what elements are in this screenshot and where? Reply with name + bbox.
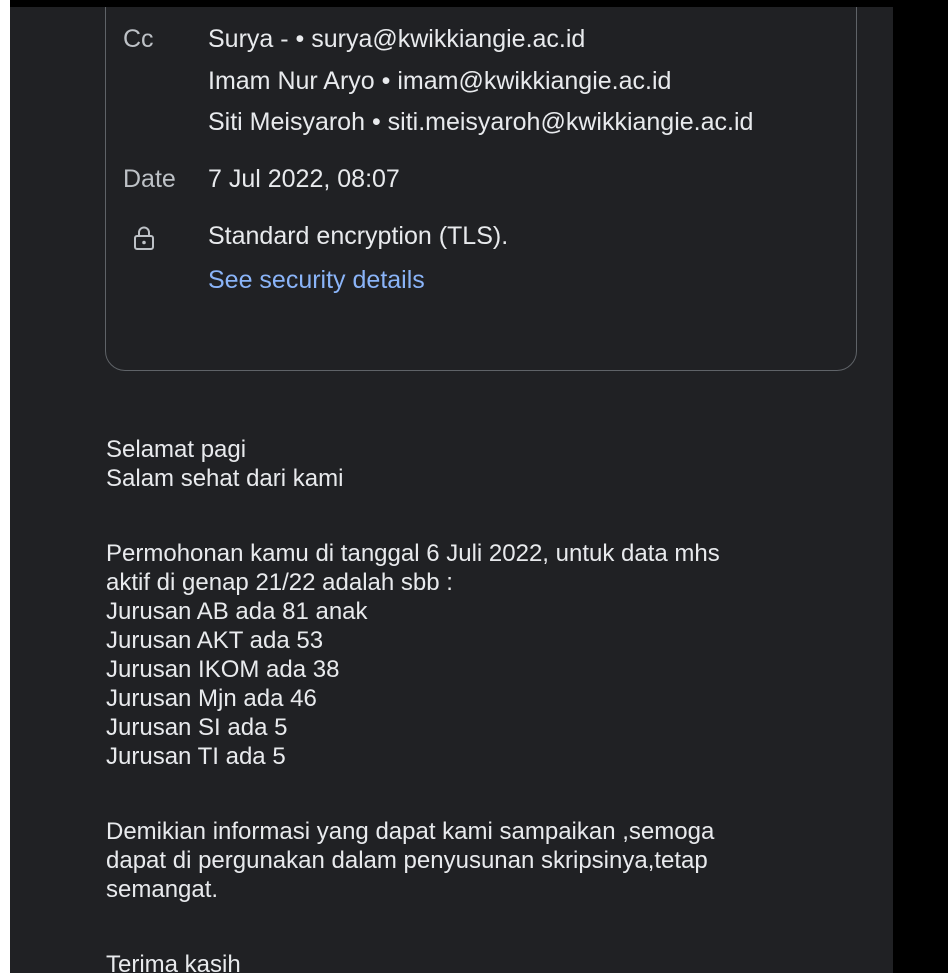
cc-label: Cc	[123, 25, 154, 53]
security-text: Standard encryption (TLS).	[208, 222, 509, 250]
cc-recipient[interactable]: Imam Nur Aryo • imam@kwikkiangie.ac.id	[208, 67, 671, 96]
message-line: dapat di pergunakan dalam penyusunan skr…	[106, 847, 708, 874]
lock-icon	[134, 226, 154, 250]
message-line: Demikian informasi yang dapat kami sampa…	[106, 818, 715, 845]
screenshot-stage: Cc Surya - • surya@kwikkiangie.ac.id Ima…	[0, 0, 948, 973]
message-line: Permohonan kamu di tanggal 6 Juli 2022, …	[106, 540, 720, 567]
date-label: Date	[123, 165, 176, 193]
message-line: aktif di genap 21/22 adalah sbb :	[106, 569, 453, 596]
message-line: Terima kasih	[106, 951, 241, 973]
message-line: Jurusan TI ada 5	[106, 743, 286, 770]
message-line: semangat.	[106, 876, 219, 903]
message-line: Jurusan AB ada 81 anak	[106, 598, 368, 625]
message-line: Selamat pagi	[106, 436, 247, 463]
cc-recipient[interactable]: Surya - • surya@kwikkiangie.ac.id	[208, 25, 585, 54]
see-security-details-link[interactable]: See security details	[208, 266, 425, 295]
cc-recipient[interactable]: Siti Meisyaroh • siti.meisyaroh@kwikkian…	[208, 108, 753, 137]
message-line: Salam sehat dari kami	[106, 465, 344, 492]
message-line: Jurusan SI ada 5	[106, 714, 288, 741]
date-value: 7 Jul 2022, 08:07	[208, 165, 400, 193]
message-line: Jurusan Mjn ada 46	[106, 685, 317, 712]
message-line: Jurusan AKT ada 53	[106, 627, 324, 654]
top-bezel	[10, 0, 893, 7]
right-bezel	[893, 0, 948, 973]
message-line: Jurusan IKOM ada 38	[106, 656, 340, 683]
email-view[interactable]: Cc Surya - • surya@kwikkiangie.ac.id Ima…	[10, 7, 893, 973]
